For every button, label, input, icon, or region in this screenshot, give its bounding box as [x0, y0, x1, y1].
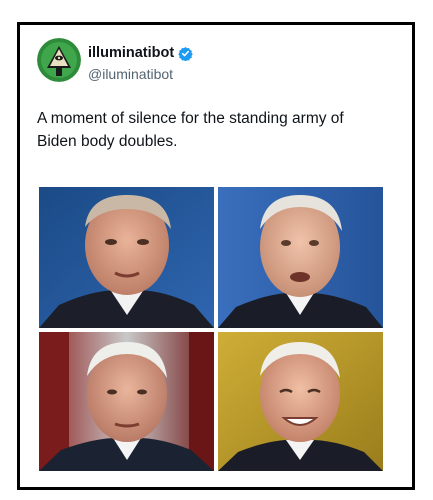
verified-badge-icon	[178, 46, 193, 61]
display-name[interactable]: illuminatibot	[88, 45, 174, 61]
display-name-row[interactable]: illuminatibot	[88, 45, 193, 61]
photo-bottom-left[interactable]	[39, 332, 214, 471]
photo-top-left[interactable]	[39, 187, 214, 328]
photo-bottom-right[interactable]	[218, 332, 383, 471]
tweet-text: A moment of silence for the standing arm…	[37, 110, 344, 150]
handle[interactable]: @iluminatibot	[88, 66, 173, 82]
pyramid-eye-icon	[37, 38, 81, 82]
avatar[interactable]	[37, 38, 81, 82]
photo-top-right[interactable]	[218, 187, 383, 328]
